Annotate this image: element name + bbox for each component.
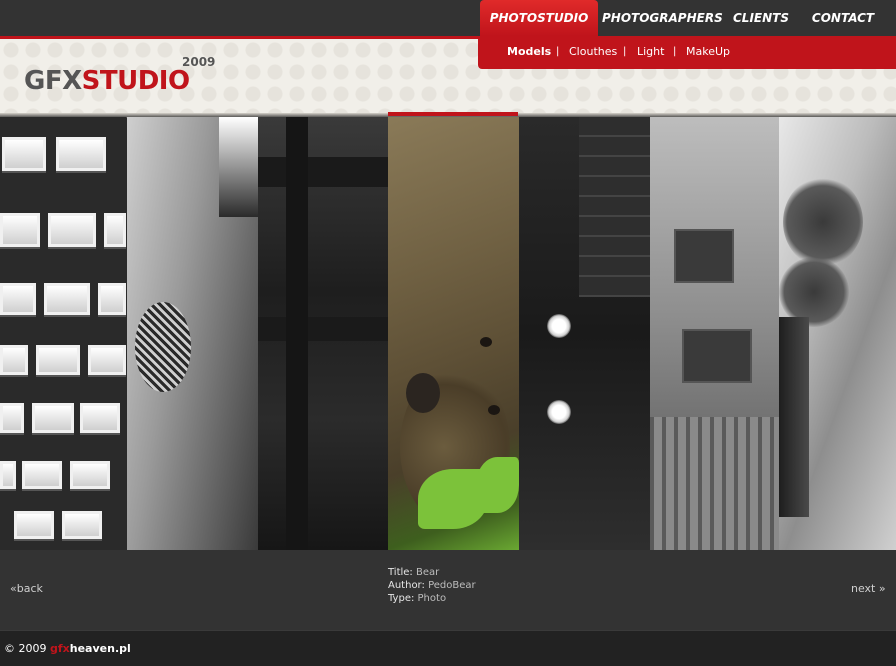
building-window xyxy=(62,511,102,539)
building-window xyxy=(48,213,96,247)
building-silhouette xyxy=(779,317,809,517)
nav-clients[interactable]: CLIENTS xyxy=(730,0,792,36)
nav-contact[interactable]: CONTACT xyxy=(808,0,878,36)
logo-studio: STUDIO xyxy=(81,66,190,96)
machine-grille xyxy=(135,302,191,392)
building-window xyxy=(36,345,80,375)
building-window xyxy=(0,461,16,489)
subnav-separator: | xyxy=(556,46,560,57)
active-strip-indicator xyxy=(388,112,518,116)
photo-info: Title: Bear Author: PedoBear Type: Photo xyxy=(388,566,476,605)
site-logo[interactable]: GFXSTUDIO xyxy=(24,66,190,96)
gallery-strip-building[interactable] xyxy=(0,117,126,550)
structure xyxy=(579,117,650,297)
footer-brand-gfx[interactable]: gfx xyxy=(50,642,70,655)
locomotive xyxy=(674,229,734,283)
building-window xyxy=(0,345,28,375)
photo-type-label: Type: xyxy=(388,593,415,604)
building-window xyxy=(0,283,36,315)
building-window xyxy=(14,511,54,539)
footer: © 2009 gfxheaven.pl xyxy=(0,630,896,666)
bear-eye xyxy=(480,337,492,347)
building-window xyxy=(56,137,106,171)
subnav-makeup[interactable]: MakeUp xyxy=(686,45,730,58)
main-nav: PHOTOSTUDIO PHOTOGRAPHERS CLIENTS CONTAC… xyxy=(478,0,896,36)
logo-year: 2009 xyxy=(182,55,216,69)
subnav-separator: | xyxy=(623,46,627,57)
nav-photostudio[interactable]: PHOTOSTUDIO xyxy=(480,0,598,36)
photo-title-row: Title: Bear xyxy=(388,566,476,579)
building-window xyxy=(98,283,126,315)
machine-bright-area xyxy=(219,117,258,217)
building-window xyxy=(32,403,74,433)
subnav-light[interactable]: Light xyxy=(637,45,664,58)
window-frame xyxy=(258,157,388,187)
building-window xyxy=(0,403,24,433)
gallery-strip-train[interactable] xyxy=(650,117,779,550)
nav-photographers[interactable]: PHOTOGRAPHERS xyxy=(602,0,723,36)
gallery-strip-trees[interactable] xyxy=(779,117,896,550)
photo-author-value: PedoBear xyxy=(428,580,476,591)
building-window xyxy=(70,461,110,489)
locomotive xyxy=(682,329,752,383)
tree xyxy=(783,177,863,267)
footer-brand-heaven[interactable]: heaven.pl xyxy=(70,642,131,655)
gallery-strip-machine[interactable] xyxy=(127,117,258,550)
subnav-separator: | xyxy=(673,46,677,57)
subnav-models[interactable]: Models xyxy=(507,45,551,58)
window-frame xyxy=(286,117,308,550)
rail-tracks xyxy=(650,417,779,550)
building-window xyxy=(80,403,120,433)
photo-type-row: Type: Photo xyxy=(388,592,476,605)
building-window xyxy=(2,137,46,171)
next-link[interactable]: next » xyxy=(851,582,886,595)
bear-nose xyxy=(406,373,440,413)
building-window xyxy=(104,213,126,247)
photo-author-row: Author: PedoBear xyxy=(388,579,476,592)
building-window xyxy=(44,283,90,315)
back-link[interactable]: «back xyxy=(10,582,43,595)
logo-gfx: GFX xyxy=(24,66,82,96)
photo-type-value: Photo xyxy=(417,593,447,604)
building-window xyxy=(0,213,40,247)
window-frame xyxy=(258,317,388,341)
copyright-prefix: © 2009 xyxy=(4,642,50,655)
photo-author-label: Author: xyxy=(388,580,425,591)
bear-eye xyxy=(488,405,500,415)
gallery-strip-window[interactable] xyxy=(258,117,388,550)
photo-title-value: Bear xyxy=(416,567,440,578)
subnav-clouthes[interactable]: Clouthes xyxy=(569,45,617,58)
leaf xyxy=(476,457,519,513)
light-spot xyxy=(547,400,571,424)
building-window xyxy=(88,345,126,375)
photo-info-bar: «back Title: Bear Author: PedoBear Type:… xyxy=(0,550,896,630)
sub-nav: Models | Clouthes | Light | MakeUp xyxy=(478,36,896,69)
light-spot xyxy=(547,314,571,338)
photo-title-label: Title: xyxy=(388,567,413,578)
gallery-strip-bear[interactable] xyxy=(388,117,519,550)
copyright: © 2009 gfxheaven.pl xyxy=(4,642,131,655)
photo-gallery xyxy=(0,117,896,550)
building-window xyxy=(22,461,62,489)
gallery-strip-night-lights[interactable] xyxy=(519,117,650,550)
